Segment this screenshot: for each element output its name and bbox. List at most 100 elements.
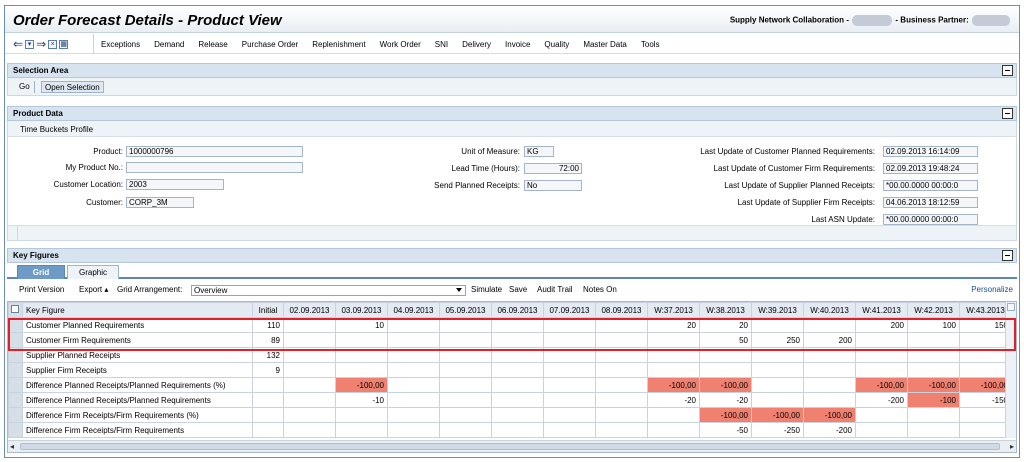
- value-cell[interactable]: [543, 407, 596, 423]
- vertical-scrollbar[interactable]: [1005, 302, 1016, 438]
- scroll-right-icon[interactable]: ▸: [1010, 442, 1014, 451]
- value-cell[interactable]: [439, 347, 492, 363]
- value-cell[interactable]: [491, 317, 544, 333]
- column-header[interactable]: 06.09.2013: [491, 302, 544, 318]
- value-cell[interactable]: [699, 362, 752, 378]
- row-selector[interactable]: [8, 332, 23, 348]
- value-cell[interactable]: [803, 347, 856, 363]
- value-cell[interactable]: [647, 347, 700, 363]
- initial-cell[interactable]: [252, 422, 284, 438]
- value-cell[interactable]: [959, 422, 1012, 438]
- value-cell[interactable]: [907, 347, 960, 363]
- value-cell[interactable]: -20: [699, 392, 752, 408]
- value-cell[interactable]: [387, 317, 440, 333]
- save-button[interactable]: Save: [509, 285, 527, 294]
- tab-grid[interactable]: Grid: [17, 265, 65, 279]
- initial-cell[interactable]: 9: [252, 362, 284, 378]
- menu-item-master-data[interactable]: Master Data: [576, 40, 634, 49]
- value-cell[interactable]: [699, 347, 752, 363]
- row-selector[interactable]: [8, 317, 23, 333]
- menu-item-replenishment[interactable]: Replenishment: [305, 40, 372, 49]
- column-header[interactable]: Initial: [252, 302, 284, 318]
- value-cell[interactable]: [907, 362, 960, 378]
- value-cell[interactable]: [543, 422, 596, 438]
- value-cell[interactable]: [543, 392, 596, 408]
- value-cell[interactable]: [439, 332, 492, 348]
- scroll-up-icon[interactable]: [1007, 303, 1015, 311]
- collapse-selection-icon[interactable]: [1002, 65, 1013, 76]
- value-cell[interactable]: 200: [803, 332, 856, 348]
- scroll-thumb[interactable]: [20, 443, 1000, 450]
- value-cell[interactable]: -100,00: [699, 377, 752, 393]
- value-cell[interactable]: [595, 362, 648, 378]
- value-cell[interactable]: -100,00: [907, 377, 960, 393]
- value-cell[interactable]: [803, 317, 856, 333]
- value-cell[interactable]: -250: [751, 422, 804, 438]
- value-cell[interactable]: [387, 377, 440, 393]
- value-cell[interactable]: -100,00: [803, 407, 856, 423]
- row-selector[interactable]: [8, 407, 23, 423]
- personalize-link[interactable]: Personalize: [971, 285, 1013, 294]
- value-cell[interactable]: -200: [803, 422, 856, 438]
- value-cell[interactable]: -100,00: [335, 377, 388, 393]
- value-cell[interactable]: [907, 422, 960, 438]
- row-selector[interactable]: [8, 392, 23, 408]
- horizontal-scrollbar[interactable]: ◂ ▸: [8, 440, 1016, 452]
- value-cell[interactable]: [595, 377, 648, 393]
- column-header-key-figure[interactable]: Key Figure: [22, 302, 253, 318]
- value-cell[interactable]: [647, 422, 700, 438]
- value-cell[interactable]: -20: [647, 392, 700, 408]
- value-cell[interactable]: -200: [855, 392, 908, 408]
- value-cell[interactable]: [803, 392, 856, 408]
- menu-item-release[interactable]: Release: [191, 40, 234, 49]
- column-header[interactable]: 05.09.2013: [439, 302, 492, 318]
- row-selector[interactable]: [8, 377, 23, 393]
- menu-item-work-order[interactable]: Work Order: [373, 40, 428, 49]
- value-cell[interactable]: [439, 362, 492, 378]
- value-cell[interactable]: [335, 332, 388, 348]
- value-cell[interactable]: [855, 347, 908, 363]
- grid-menu-icon[interactable]: ▦: [59, 39, 69, 49]
- grid-arrangement-select[interactable]: Overview: [191, 285, 466, 296]
- menu-item-demand[interactable]: Demand: [147, 40, 191, 49]
- initial-cell[interactable]: 110: [252, 317, 284, 333]
- value-cell[interactable]: [751, 392, 804, 408]
- value-cell[interactable]: [335, 347, 388, 363]
- value-cell[interactable]: [959, 362, 1012, 378]
- value-cell[interactable]: [751, 347, 804, 363]
- value-cell[interactable]: [751, 362, 804, 378]
- value-cell[interactable]: [491, 407, 544, 423]
- value-cell[interactable]: [855, 407, 908, 423]
- value-cell[interactable]: -100,00: [751, 407, 804, 423]
- initial-cell[interactable]: [252, 392, 284, 408]
- value-cell[interactable]: [543, 317, 596, 333]
- value-cell[interactable]: 150: [959, 317, 1012, 333]
- value-cell[interactable]: -100: [907, 392, 960, 408]
- value-cell[interactable]: [387, 392, 440, 408]
- column-header[interactable]: W:37.2013: [647, 302, 700, 318]
- value-cell[interactable]: 20: [647, 317, 700, 333]
- value-cell[interactable]: [751, 377, 804, 393]
- initial-cell[interactable]: 132: [252, 347, 284, 363]
- time-buckets-bar[interactable]: Time Buckets Profile: [8, 121, 1016, 137]
- menu-item-sni[interactable]: SNI: [428, 40, 455, 49]
- value-cell[interactable]: [387, 362, 440, 378]
- value-cell[interactable]: [855, 422, 908, 438]
- key-figures-header[interactable]: Key Figures: [7, 248, 1017, 263]
- value-cell[interactable]: -100,00: [855, 377, 908, 393]
- value-cell[interactable]: [959, 332, 1012, 348]
- value-cell[interactable]: [595, 332, 648, 348]
- value-cell[interactable]: [543, 332, 596, 348]
- value-cell[interactable]: [283, 362, 336, 378]
- value-cell[interactable]: [491, 332, 544, 348]
- value-cell[interactable]: -10: [335, 392, 388, 408]
- column-header[interactable]: 04.09.2013: [387, 302, 440, 318]
- initial-cell[interactable]: [252, 377, 284, 393]
- open-selection-button[interactable]: Open Selection: [41, 81, 104, 93]
- value-cell[interactable]: [335, 362, 388, 378]
- menu-item-tools[interactable]: Tools: [634, 40, 667, 49]
- history-icon[interactable]: ▾: [25, 39, 35, 49]
- grid-settings-icon[interactable]: [11, 305, 19, 313]
- value-cell[interactable]: [283, 422, 336, 438]
- value-cell[interactable]: [387, 347, 440, 363]
